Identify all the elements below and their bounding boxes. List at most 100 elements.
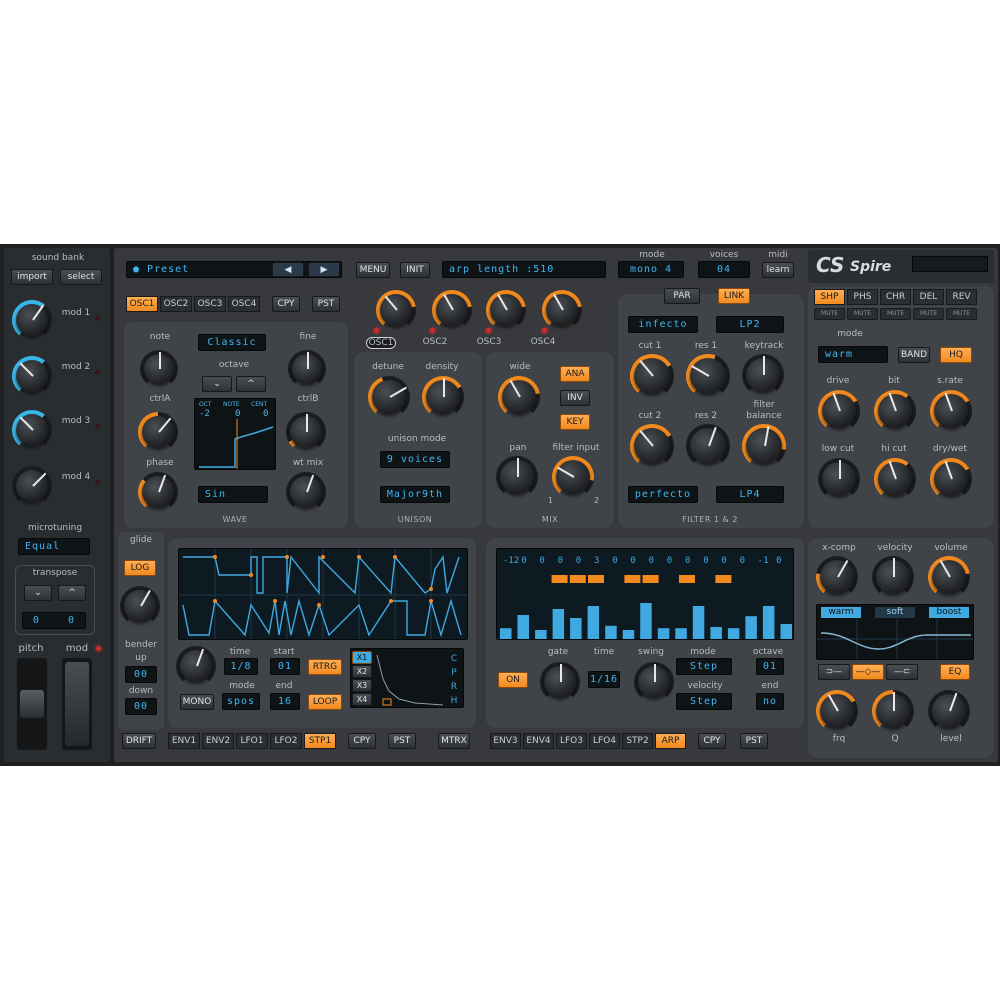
osc-mode-display[interactable]: Classic <box>198 334 266 351</box>
filter1-type-display[interactable]: infecto <box>628 316 698 333</box>
inv-button[interactable]: INV <box>560 390 590 406</box>
band-button[interactable]: BAND <box>898 347 930 363</box>
arp-velocity-bar[interactable] <box>657 628 670 639</box>
mod-tab-env1[interactable]: ENV1 <box>168 733 200 749</box>
eq-boost-tab[interactable]: boost <box>929 607 969 618</box>
arp-tab-arp[interactable]: ARP <box>655 733 686 749</box>
arp-step-arrow[interactable] <box>588 575 604 583</box>
res2-knob[interactable] <box>686 424 730 468</box>
detune-knob[interactable] <box>368 376 410 418</box>
mtrx-button[interactable]: MTRX <box>438 733 470 749</box>
transpose-down-button[interactable]: ⌄ <box>24 585 52 601</box>
arp-copy-button[interactable]: CPY <box>698 733 726 749</box>
cut2-knob[interactable] <box>630 424 674 468</box>
eq-warm-tab[interactable]: warm <box>821 607 861 618</box>
filter-input-knob[interactable] <box>552 456 594 498</box>
preset-next-button[interactable]: ▶ <box>308 262 340 277</box>
bender-up-display[interactable]: 00 <box>125 666 157 683</box>
osc-tab-1[interactable]: OSC1 <box>126 296 158 312</box>
arp-length-display[interactable]: arp length :510 <box>442 261 606 278</box>
osc-copy-button[interactable]: CPY <box>272 296 300 312</box>
mod2-knob[interactable] <box>12 356 52 396</box>
arp-on-button[interactable]: ON <box>498 672 528 688</box>
mod-tab-env2[interactable]: ENV2 <box>202 733 234 749</box>
arp-velocity-bar[interactable] <box>500 628 512 639</box>
arp-step-value[interactable]: 0 <box>703 556 708 566</box>
fx-mute-button-2[interactable]: MUTE <box>847 308 878 320</box>
level-knob[interactable] <box>928 690 970 732</box>
arp-step-value[interactable]: 0 <box>721 556 726 566</box>
arp-step-arrow[interactable] <box>624 575 641 583</box>
loop-button[interactable]: LOOP <box>308 694 342 710</box>
fx-mode-display[interactable]: warm <box>818 346 888 363</box>
cut1-knob[interactable] <box>630 354 674 398</box>
arp-velocity-bar[interactable] <box>640 603 652 639</box>
osc1-level-knob[interactable] <box>376 290 416 330</box>
mod1-knob[interactable] <box>12 300 52 340</box>
arp-tab-lfo3[interactable]: LFO3 <box>556 733 587 749</box>
osc-tab-3[interactable]: OSC3 <box>194 296 226 312</box>
arp-velocity-bar[interactable] <box>745 616 757 639</box>
filter2-slope-display[interactable]: LP4 <box>716 486 784 503</box>
rtrg-button[interactable]: RTRG <box>308 659 342 675</box>
mod-left-copy-button[interactable]: CPY <box>348 733 376 749</box>
par-button[interactable]: PAR <box>664 288 700 304</box>
mono-button[interactable]: MONO <box>180 694 214 710</box>
mod-c-option[interactable]: C <box>448 654 460 664</box>
dry-wet-knob[interactable] <box>930 458 972 500</box>
low-cut-knob[interactable] <box>818 458 860 500</box>
arp-step-arrow[interactable] <box>569 575 586 583</box>
fx-tab-shp[interactable]: SHP <box>814 289 845 305</box>
q-knob[interactable] <box>872 690 914 732</box>
mod-tab-stp1[interactable]: STP1 <box>304 733 336 749</box>
midi-learn-button[interactable]: learn <box>762 262 794 278</box>
fx-mute-button-3[interactable]: MUTE <box>880 308 911 320</box>
glide-log-button[interactable]: LOG <box>124 560 156 576</box>
arp-velocity-bar[interactable] <box>692 606 705 639</box>
arp-step-value[interactable]: 0 <box>740 556 745 566</box>
fx-tab-chr[interactable]: CHR <box>880 289 911 305</box>
select-button[interactable]: select <box>60 269 102 285</box>
arp-velocity-bar[interactable] <box>605 625 617 639</box>
fx-tab-phs[interactable]: PHS <box>847 289 878 305</box>
eq-button[interactable]: EQ <box>940 664 970 680</box>
arp-step-value[interactable]: 0 <box>667 556 672 566</box>
voices-display[interactable]: 04 <box>698 261 750 278</box>
filter-balance-knob[interactable] <box>742 424 786 468</box>
arp-step-value[interactable]: 0 <box>612 556 617 566</box>
link-button[interactable]: LINK <box>718 288 750 304</box>
ctrlA-knob[interactable] <box>138 412 178 452</box>
bit-knob[interactable] <box>874 390 916 432</box>
mod-p-option[interactable]: P <box>448 668 460 678</box>
osc3-level-knob[interactable] <box>486 290 526 330</box>
arp-tab-env4[interactable]: ENV4 <box>523 733 554 749</box>
arp-step-value[interactable]: 0 <box>576 556 581 566</box>
arp-octave-display[interactable]: 01 <box>756 658 784 675</box>
mod-tab-lfo1[interactable]: LFO1 <box>236 733 268 749</box>
eq-soft-tab[interactable]: soft <box>875 607 915 618</box>
fx-mute-button-1[interactable]: MUTE <box>814 308 845 320</box>
transpose-up-button[interactable]: ^ <box>58 585 86 601</box>
arp-velocity-bar[interactable] <box>552 609 565 639</box>
arp-tab-lfo4[interactable]: LFO4 <box>589 733 620 749</box>
mod-h-option[interactable]: H <box>448 696 460 706</box>
arp-mode-display[interactable]: Step <box>676 658 732 675</box>
unison-voices-display[interactable]: 9 voices <box>380 451 450 468</box>
mod-left-paste-button[interactable]: PST <box>388 733 416 749</box>
mod-tab-lfo2[interactable]: LFO2 <box>270 733 302 749</box>
arp-step-value[interactable]: 0 <box>521 556 526 566</box>
x4-button[interactable]: X4 <box>352 693 372 706</box>
hq-button[interactable]: HQ <box>940 347 972 363</box>
x2-button[interactable]: X2 <box>352 665 372 678</box>
pitch-wheel[interactable] <box>20 690 44 718</box>
arp-paste-button[interactable]: PST <box>740 733 768 749</box>
unison-chord-display[interactable]: Major9th <box>380 486 450 503</box>
mod-r-option[interactable]: R <box>448 682 460 692</box>
note-knob[interactable] <box>140 350 178 388</box>
drift-button[interactable]: DRIFT <box>122 733 156 749</box>
eq-peak-button[interactable]: —◇— <box>852 664 884 680</box>
arp-tab-env3[interactable]: ENV3 <box>490 733 521 749</box>
microtuning-display[interactable]: Equal <box>18 538 90 555</box>
arp-step-arrow[interactable] <box>715 575 732 583</box>
init-button[interactable]: INIT <box>400 262 430 278</box>
